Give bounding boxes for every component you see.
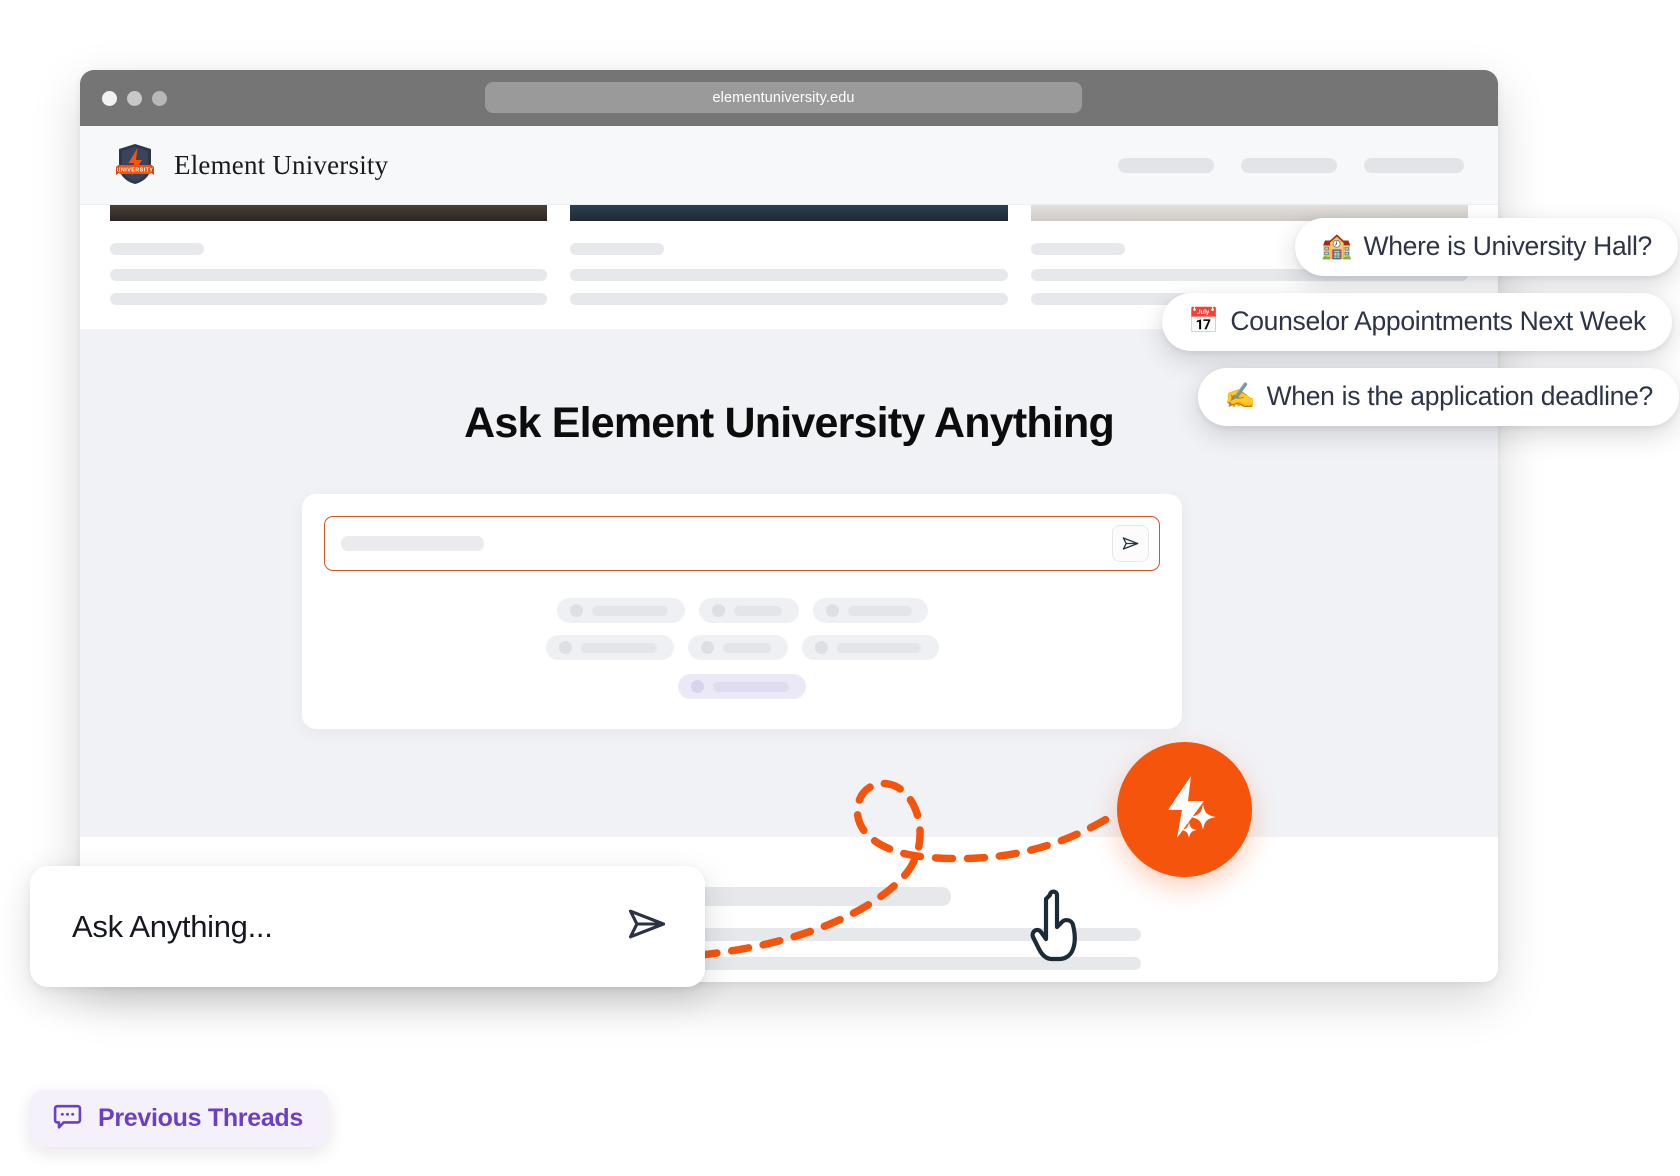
- suggestion-chip[interactable]: [545, 635, 674, 660]
- suggestion-chip-highlighted[interactable]: [678, 674, 806, 699]
- url-text: elementuniversity.edu: [712, 89, 855, 106]
- browser-chrome: elementuniversity.edu: [80, 70, 1498, 126]
- chip-label-placeholder: [836, 642, 921, 653]
- chip-label-placeholder: [722, 642, 771, 653]
- brand-name: Element University: [174, 149, 389, 180]
- ask-panel: [302, 494, 1182, 729]
- card-title-placeholder: [570, 243, 665, 255]
- suggestion-chip-row: [556, 598, 928, 623]
- svg-text:UNIVERSITY: UNIVERSITY: [117, 167, 154, 173]
- header-nav: [1118, 157, 1464, 173]
- url-bar[interactable]: elementuniversity.edu: [485, 82, 1082, 113]
- suggested-question-bubble[interactable]: 📅 Counselor Appointments Next Week: [1162, 293, 1672, 351]
- suggestion-chip[interactable]: [801, 635, 939, 660]
- card-image: [110, 205, 548, 221]
- ask-anything-card[interactable]: Ask Anything...: [30, 866, 705, 987]
- suggestion-chip-row: [678, 672, 806, 699]
- chip-icon-placeholder: [711, 604, 725, 617]
- chip-icon-placeholder: [825, 604, 839, 617]
- chip-label-placeholder: [847, 605, 912, 616]
- previous-threads-button[interactable]: Previous Threads: [30, 1090, 330, 1147]
- maximize-window-button[interactable]: [152, 90, 167, 106]
- suggested-question-text: Where is University Hall?: [1363, 231, 1653, 261]
- school-building-emoji: 🏫: [1321, 232, 1353, 260]
- previous-threads-label: Previous Threads: [98, 1104, 304, 1132]
- send-button[interactable]: [625, 902, 669, 951]
- site-header: UNIVERSITY Element University: [80, 126, 1498, 205]
- traffic-lights: [102, 90, 167, 106]
- chip-icon-placeholder: [814, 641, 828, 654]
- nav-item-placeholder-3[interactable]: [1364, 157, 1464, 173]
- chip-label-placeholder: [591, 605, 668, 616]
- card-image: [570, 205, 1008, 221]
- chip-label-placeholder: [580, 642, 657, 653]
- send-button[interactable]: [1112, 525, 1149, 562]
- writing-hand-emoji: ✍️: [1224, 382, 1256, 410]
- suggestion-chip-row: [545, 635, 939, 660]
- suggestion-chips: [324, 598, 1160, 699]
- card-text-placeholder: [570, 293, 1008, 305]
- university-shield-lightning-logo: UNIVERSITY: [110, 138, 160, 193]
- card-text-placeholder: [110, 269, 548, 281]
- content-card[interactable]: [570, 205, 1008, 329]
- card-text-placeholder: [110, 293, 548, 305]
- chat-bubble-dots-icon: [52, 1101, 83, 1137]
- chip-icon-placeholder: [700, 641, 714, 654]
- chip-icon-placeholder: [569, 604, 583, 617]
- pointing-hand-cursor: [1028, 887, 1098, 967]
- close-window-button[interactable]: [102, 90, 117, 106]
- suggested-question-bubble[interactable]: 🏫 Where is University Hall?: [1295, 218, 1678, 276]
- chip-label-placeholder: [713, 681, 789, 692]
- suggested-question-bubble[interactable]: ✍️ When is the application deadline?: [1198, 368, 1679, 426]
- chip-icon-placeholder: [691, 680, 704, 693]
- search-input[interactable]: [324, 516, 1160, 571]
- suggested-question-text: Counselor Appointments Next Week: [1230, 306, 1646, 336]
- minimize-window-button[interactable]: [127, 90, 142, 106]
- browser-window: elementuniversity.edu UNIVERSITY Element…: [80, 70, 1498, 982]
- suggestion-chip[interactable]: [556, 598, 685, 623]
- chip-icon-placeholder: [558, 641, 572, 654]
- suggestion-chip[interactable]: [698, 598, 799, 623]
- card-title-placeholder: [110, 243, 204, 255]
- card-text-placeholder: [570, 269, 1008, 281]
- card-title-placeholder: [1030, 243, 1125, 255]
- suggested-question-text: When is the application deadline?: [1266, 381, 1654, 411]
- ai-assistant-fab[interactable]: [1117, 742, 1252, 877]
- suggestion-chip[interactable]: [812, 598, 928, 623]
- chip-label-placeholder: [733, 605, 782, 616]
- search-placeholder-bar: [341, 536, 484, 551]
- lightning-sparkle-icon: [1146, 768, 1224, 851]
- calendar-emoji: 📅: [1188, 307, 1220, 335]
- nav-item-placeholder-2[interactable]: [1241, 157, 1337, 173]
- brand[interactable]: UNIVERSITY Element University: [110, 138, 388, 193]
- nav-item-placeholder-1[interactable]: [1118, 157, 1214, 173]
- content-card[interactable]: [110, 205, 548, 329]
- ask-anything-placeholder: Ask Anything...: [72, 908, 273, 944]
- suggestion-chip[interactable]: [687, 635, 788, 660]
